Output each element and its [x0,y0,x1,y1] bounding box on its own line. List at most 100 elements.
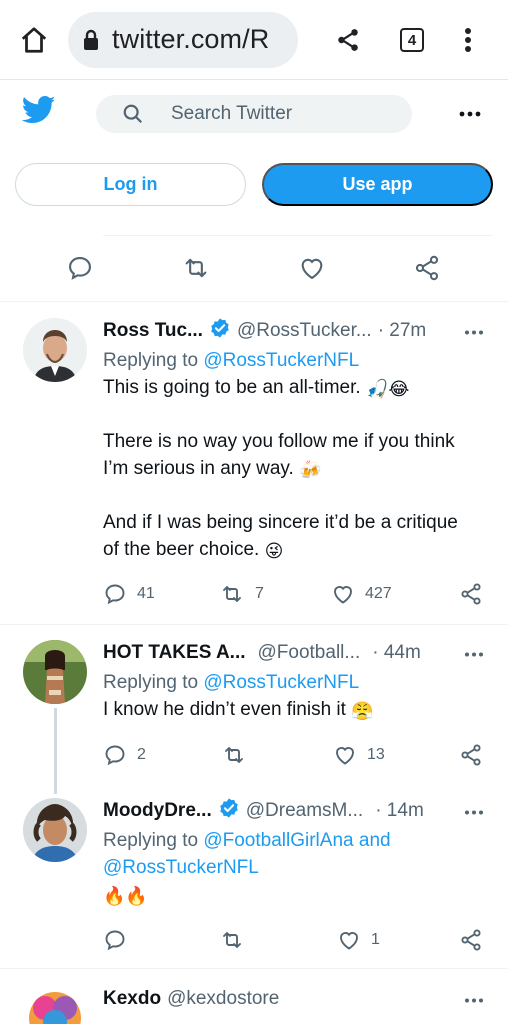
author-handle[interactable]: @Football... [258,642,361,664]
tweet-emoji: 😜 [264,541,284,561]
share-icon[interactable] [330,18,366,62]
avatar[interactable] [23,798,87,862]
avatar[interactable] [23,640,87,704]
tweet-header: Kexdo @kexdostore [103,986,279,1012]
reply-count: 2 [137,746,146,763]
verified-badge-icon [218,797,240,825]
use-app-button[interactable]: Use app [262,163,493,206]
login-button[interactable]: Log in [15,163,246,206]
replying-label: Replying to [103,830,204,851]
author-handle[interactable]: @DreamsM... [246,800,363,822]
tweet-text: I know he didn’t even finish it [103,699,346,720]
reply-button[interactable]: 2 [103,741,146,769]
like-button[interactable]: 13 [333,741,385,769]
share-tweet-icon [461,583,481,605]
tweet-emoji: 🔥🔥 [103,886,148,906]
share-tweet-icon [461,929,481,951]
search-icon [123,104,143,124]
like-count: 1 [371,931,380,948]
reply-count: 41 [137,585,155,602]
thread-line [54,708,57,794]
tweet-header: HOT TAKES A... @Football... · 44m [103,640,421,666]
like-button[interactable]: 427 [331,580,392,608]
tab-count: 4 [400,28,424,52]
tab-switcher-button[interactable]: 4 [394,18,430,62]
tweet-actions: 1 [103,926,493,954]
more-options-icon[interactable] [452,100,488,128]
author-name[interactable]: HOT TAKES A... [103,642,246,664]
like-count: 427 [365,585,392,602]
lock-icon [84,29,98,50]
mention-link[interactable]: @RossTuckerNFL [103,857,259,878]
browser-menu-icon[interactable] [450,18,486,62]
tweet-body: Replying to @FootballGirlAna and @RossTu… [103,827,391,908]
like-button[interactable]: 1 [337,926,380,954]
tweet-emoji: 🎣😂 [365,379,410,399]
timestamp[interactable]: · 44m [372,642,421,664]
like-icon [336,747,354,765]
share-tweet-icon [461,744,481,766]
tweet-text: of the beer choice. [103,539,260,560]
divider [0,624,508,625]
like-icon [340,932,358,950]
search-placeholder: Search Twitter [171,103,293,124]
retweet-button[interactable]: 7 [219,580,264,608]
avatar[interactable] [23,318,87,382]
share-tweet-icon[interactable] [411,252,443,284]
and-text: and [353,830,391,851]
tweet-body: Replying to @RossTuckerNFL This is going… [103,347,458,563]
tweet-header: MoodyDre... @DreamsM... · 14m [103,798,424,824]
timestamp[interactable]: · 27m [378,320,427,342]
reply-icon [105,745,125,766]
divider [0,301,508,302]
share-button[interactable] [459,580,493,608]
tweet-more-icon[interactable] [458,800,490,824]
divider [0,968,508,969]
address-bar[interactable]: twitter.com/R [68,12,298,68]
share-button[interactable] [459,926,493,954]
divider [103,235,493,236]
like-icon [334,586,352,604]
author-name[interactable]: MoodyDre... [103,800,212,822]
home-icon[interactable] [16,18,52,62]
reply-button[interactable] [103,926,137,954]
retweet-button[interactable] [219,926,255,954]
tweet-text: There is no way you follow me if you thi… [103,431,455,452]
reply-icon [105,930,125,951]
author-handle[interactable]: @kexdostore [167,988,279,1010]
tweet-header: Ross Tuc... @RossTucker... · 27m [103,318,426,344]
author-name[interactable]: Ross Tuc... [103,320,203,342]
tweet-more-icon[interactable] [458,320,490,344]
tweet-text: And if I was being sincere it’d be a cri… [103,512,458,533]
retweet-count: 7 [255,585,264,602]
mention-link[interactable]: @FootballGirlAna [203,830,353,851]
like-icon[interactable] [296,252,328,284]
mention-link[interactable]: @RossTuckerNFL [203,350,359,371]
tweet-emoji: 😤 [351,701,374,721]
retweet-button[interactable] [221,741,257,769]
tweet-more-icon[interactable] [458,642,490,666]
verified-badge-icon [209,317,231,345]
author-name[interactable]: Kexdo [103,988,161,1010]
mention-link[interactable]: @RossTuckerNFL [203,672,359,693]
tweet-actions: 41 7 427 [103,580,493,608]
retweet-icon [223,932,241,948]
author-handle[interactable]: @RossTucker... [237,320,372,342]
tweet-actions: 2 13 [103,741,493,769]
replying-label: Replying to [103,350,204,371]
share-button[interactable] [459,741,493,769]
reply-icon [105,584,125,605]
retweet-icon [225,747,243,763]
like-count: 13 [367,746,385,763]
browser-toolbar: twitter.com/R 4 [0,0,508,80]
reply-icon[interactable] [64,252,96,284]
tweet-more-icon[interactable] [458,988,490,1012]
search-input[interactable]: Search Twitter [96,95,412,133]
avatar[interactable] [23,986,87,1024]
timestamp[interactable]: · 14m [375,800,424,822]
tweet-text: I’m serious in any way. [103,458,294,479]
tweet-text: This is going to be an all-timer. [103,377,361,398]
twitter-logo-icon[interactable] [21,95,56,130]
reply-button[interactable]: 41 [103,580,155,608]
retweet-icon[interactable] [180,252,212,284]
